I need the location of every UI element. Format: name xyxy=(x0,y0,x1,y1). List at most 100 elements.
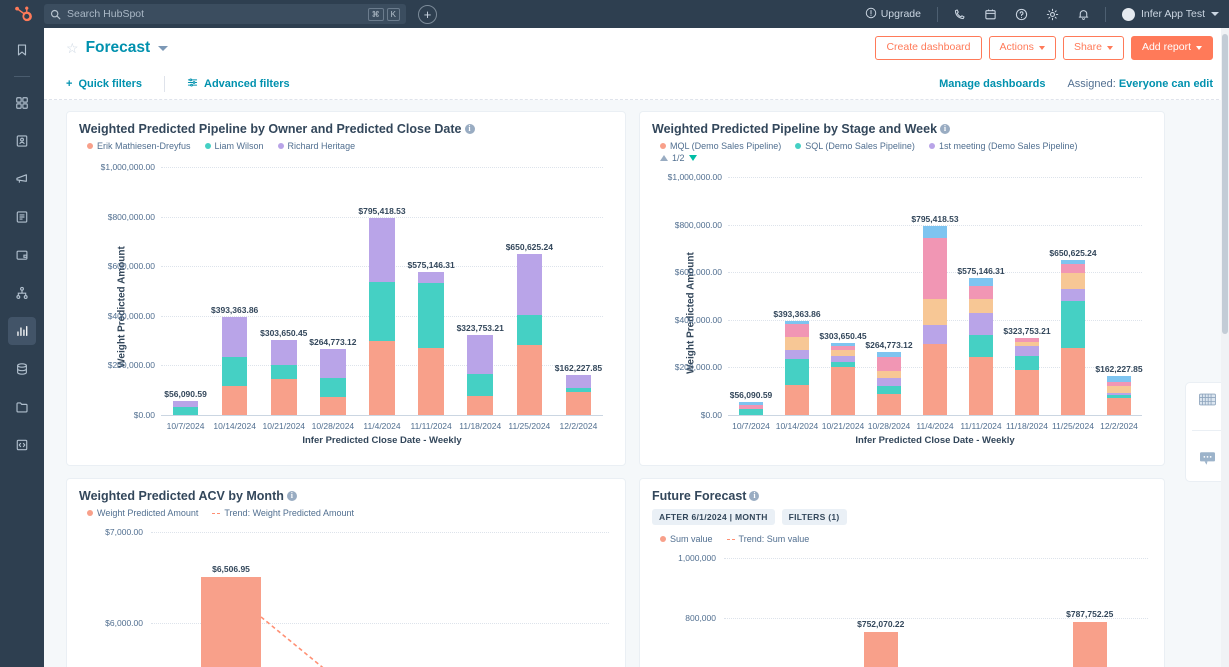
x-axis-tick: 12/2/2024 xyxy=(1100,421,1138,431)
info-icon[interactable]: i xyxy=(940,124,950,134)
bar[interactable] xyxy=(923,226,947,415)
upgrade-button[interactable]: Upgrade xyxy=(855,7,931,22)
legend-item[interactable]: 1st meeting (Demo Sales Pipeline) xyxy=(929,141,1078,151)
keyboard-shortcuts-icon[interactable] xyxy=(1199,393,1216,411)
assigned-group: Assigned: Everyone can edit xyxy=(1067,78,1213,90)
sidebar-item-content[interactable] xyxy=(8,203,36,231)
bar[interactable] xyxy=(739,402,763,415)
chip-filters[interactable]: FILTERS (1) xyxy=(782,509,847,525)
bar[interactable] xyxy=(517,254,543,415)
bar-segment xyxy=(1061,264,1085,272)
assigned-value-link[interactable]: Everyone can edit xyxy=(1119,78,1213,90)
legend-item-trend[interactable]: Trend: Sum value xyxy=(727,534,810,544)
bar[interactable] xyxy=(320,349,346,415)
bar[interactable] xyxy=(969,278,993,415)
bar[interactable] xyxy=(1107,376,1131,415)
legend-item-trend[interactable]: Trend: Weight Predicted Amount xyxy=(212,508,354,518)
sidebar-item-automation[interactable] xyxy=(8,279,36,307)
legend-item[interactable]: Richard Heritage xyxy=(278,141,356,151)
sidebar-item-library[interactable] xyxy=(8,393,36,421)
report-card-pipeline-by-stage[interactable]: Weighted Predicted Pipeline by Stage and… xyxy=(639,111,1165,466)
bar-segment xyxy=(877,357,901,371)
hubspot-logo[interactable] xyxy=(0,4,44,24)
chevron-down-icon xyxy=(1039,46,1045,50)
bar-segment xyxy=(1061,348,1085,415)
sidebar-item-data-management[interactable] xyxy=(8,355,36,383)
create-new-button[interactable]: + xyxy=(418,5,437,24)
legend-item[interactable]: SQL (Demo Sales Pipeline) xyxy=(795,141,915,151)
info-icon[interactable]: i xyxy=(465,124,475,134)
search-input[interactable] xyxy=(67,8,362,20)
bar-value-label: $56,090.59 xyxy=(730,390,773,400)
share-button[interactable]: Share xyxy=(1063,36,1124,60)
bar-segment xyxy=(320,378,346,397)
report-card-acv-by-month[interactable]: Weighted Predicted ACV by Month i Weight… xyxy=(66,478,626,667)
chip-date-range[interactable]: AFTER 6/1/2024 | MONTH xyxy=(652,509,775,525)
legend-item[interactable]: MQL (Demo Sales Pipeline) xyxy=(660,141,781,151)
bar-value-label: $162,227.85 xyxy=(1095,364,1142,374)
bar[interactable] xyxy=(566,375,592,415)
legend-item[interactable]: Sum value xyxy=(660,534,713,544)
bar[interactable] xyxy=(1061,260,1085,415)
quick-filters-button[interactable]: + Quick filters xyxy=(66,78,142,90)
bar[interactable] xyxy=(369,218,395,415)
info-icon[interactable]: i xyxy=(287,491,297,501)
bar[interactable] xyxy=(877,352,901,415)
bar[interactable] xyxy=(1015,338,1039,415)
sidebar-item-developer[interactable] xyxy=(8,431,36,459)
report-card-pipeline-by-owner[interactable]: Weighted Predicted Pipeline by Owner and… xyxy=(66,111,626,466)
bar-segment xyxy=(467,374,493,397)
bar-value-label: $650,625.24 xyxy=(506,242,553,252)
info-icon[interactable]: i xyxy=(749,491,759,501)
bar[interactable] xyxy=(173,401,199,415)
bar-segment xyxy=(271,365,297,379)
sidebar-item-crm[interactable] xyxy=(8,127,36,155)
sidebar-item-bookmark[interactable] xyxy=(8,36,36,64)
sidebar-item-marketing[interactable] xyxy=(8,165,36,193)
bar-segment xyxy=(271,340,297,366)
bar[interactable] xyxy=(785,321,809,415)
bar-segment xyxy=(1015,370,1039,415)
report-card-future-forecast[interactable]: Future Forecast i AFTER 6/1/2024 | MONTH… xyxy=(639,478,1165,667)
add-report-button[interactable]: Add report xyxy=(1131,36,1213,60)
bar[interactable] xyxy=(222,317,248,415)
nav-divider-2 xyxy=(1105,7,1106,22)
advanced-filters-button[interactable]: Advanced filters xyxy=(187,77,290,91)
assigned-label: Assigned: xyxy=(1067,78,1115,90)
actions-button[interactable]: Actions xyxy=(989,36,1056,60)
bar[interactable] xyxy=(418,272,444,415)
sidebar-item-workspaces[interactable] xyxy=(8,89,36,117)
legend-page-up-icon[interactable] xyxy=(660,155,668,161)
sidebar-item-reporting[interactable] xyxy=(8,317,36,345)
legend-item[interactable]: Erik Mathiesen-Dreyfus xyxy=(87,141,191,151)
legend-item[interactable]: Weight Predicted Amount xyxy=(87,508,198,518)
bar-segment xyxy=(1061,301,1085,348)
bar-segment xyxy=(739,409,763,415)
sidebar-item-commerce[interactable] xyxy=(8,241,36,269)
global-search-bar[interactable]: ⌘ K xyxy=(44,4,406,24)
chart-legend: Sum value Trend: Sum value xyxy=(660,534,1152,544)
settings-gear-icon[interactable] xyxy=(1037,8,1068,21)
notifications-bell-icon[interactable] xyxy=(1068,8,1099,21)
account-menu[interactable]: Infer App Test xyxy=(1112,8,1219,21)
favorite-star-icon[interactable]: ☆ xyxy=(66,40,79,57)
bar-value-label: $795,418.53 xyxy=(911,214,958,224)
bar[interactable] xyxy=(831,343,855,415)
create-dashboard-button[interactable]: Create dashboard xyxy=(875,36,981,60)
page-title[interactable]: Forecast xyxy=(86,39,151,57)
calendar-icon[interactable] xyxy=(975,8,1006,21)
bar-segment xyxy=(877,386,901,395)
legend-page-down-icon[interactable] xyxy=(689,155,697,161)
bar[interactable] xyxy=(271,340,297,415)
manage-dashboards-link[interactable]: Manage dashboards xyxy=(939,78,1045,90)
legend-pagination[interactable]: 1/2 xyxy=(660,153,1152,163)
chat-bubble-icon[interactable] xyxy=(1199,451,1216,471)
phone-icon[interactable] xyxy=(944,8,975,21)
dashboard-selector-chevron-down-icon[interactable] xyxy=(158,46,168,51)
kbd-k: K xyxy=(387,8,400,21)
page-scrollbar-thumb[interactable] xyxy=(1222,34,1228,334)
legend-item[interactable]: Liam Wilson xyxy=(205,141,264,151)
bar-segment xyxy=(969,278,993,286)
help-icon[interactable] xyxy=(1006,8,1037,21)
bar[interactable] xyxy=(467,335,493,415)
